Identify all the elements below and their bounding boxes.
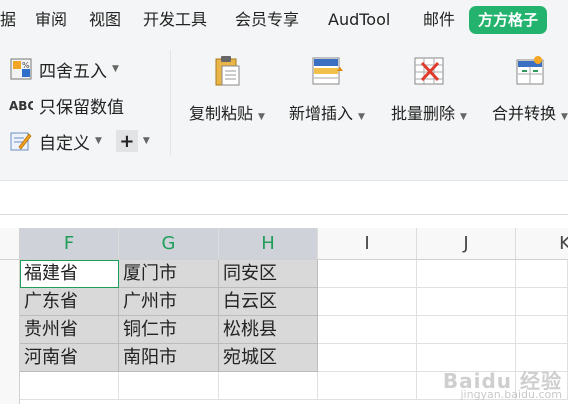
cell-empty[interactable]: [20, 372, 119, 400]
cell-g3[interactable]: 铜仁市: [119, 316, 219, 344]
cell-f4[interactable]: 河南省: [20, 344, 119, 372]
custom-label: 自定义: [39, 133, 90, 154]
cell-empty[interactable]: [417, 288, 516, 316]
chevron-down-icon[interactable]: ▼: [460, 112, 467, 122]
watermark-url: jingyan.baidu.com: [460, 388, 562, 401]
ribbon-bottom-strip: [0, 162, 568, 181]
chevron-down-icon[interactable]: ▼: [258, 112, 265, 122]
clipboard-icon: [215, 56, 240, 86]
merge-icon: [516, 56, 544, 85]
cell-h1[interactable]: 同安区: [219, 260, 318, 288]
round-label: 四舍五入: [39, 61, 107, 82]
watermark-brand: Baidu 经验: [442, 369, 562, 393]
copy-paste-label: 复制粘贴: [189, 104, 254, 123]
watermark: Baidu 经验 jingyan.baidu.com: [442, 369, 562, 402]
cell-empty[interactable]: [516, 344, 568, 372]
cell-f2[interactable]: 广东省: [20, 288, 119, 316]
cell-empty[interactable]: [417, 316, 516, 344]
add-insert-label: 新增插入: [289, 104, 354, 123]
cell-empty[interactable]: [318, 372, 417, 400]
svg-text:ABC: ABC: [9, 99, 33, 113]
cell-g4[interactable]: 南阳市: [119, 344, 219, 372]
keep-values-label: 只保留数值: [39, 97, 124, 118]
column-header-j[interactable]: J: [417, 228, 516, 260]
cell-empty[interactable]: [417, 260, 516, 288]
cell-h2[interactable]: 白云区: [219, 288, 318, 316]
add-insert-button[interactable]: 新增插入 ▼: [284, 52, 370, 132]
ribbon: % 四舍五入 ▼ ABC 只保留数值 自定义 ▼ + ▼ 复制粘贴 ▼ 新增插入…: [0, 40, 568, 162]
round-icon: %: [9, 57, 33, 81]
cell-empty[interactable]: [516, 316, 568, 344]
column-header-h[interactable]: H: [219, 228, 318, 260]
plus-icon[interactable]: +: [115, 130, 138, 152]
cell-empty[interactable]: [318, 316, 417, 344]
menu-mail[interactable]: 邮件: [423, 0, 455, 40]
keep-values-button[interactable]: ABC 只保留数值: [9, 92, 124, 118]
cell-f1[interactable]: 福建省: [20, 260, 119, 288]
chevron-down-icon[interactable]: ▼: [95, 136, 102, 146]
cell-h3[interactable]: 松桃县: [219, 316, 318, 344]
custom-button[interactable]: 自定义 ▼ + ▼: [9, 128, 150, 154]
batch-delete-label: 批量删除: [391, 104, 456, 123]
merge-convert-button[interactable]: 合并转换 ▼: [487, 52, 568, 132]
merge-convert-label: 合并转换: [492, 104, 557, 123]
column-header-i[interactable]: I: [318, 228, 417, 260]
cell-f3[interactable]: 贵州省: [20, 316, 119, 344]
select-all-corner[interactable]: [0, 228, 20, 260]
cell-empty[interactable]: [318, 260, 417, 288]
cell-empty[interactable]: [516, 260, 568, 288]
column-header-f[interactable]: F: [20, 228, 119, 260]
chevron-down-icon[interactable]: ▼: [143, 136, 150, 146]
edit-icon: [9, 129, 33, 153]
copy-paste-button[interactable]: 复制粘贴 ▼: [184, 52, 270, 132]
abc-icon: ABC: [9, 93, 33, 117]
column-header-g[interactable]: G: [119, 228, 219, 260]
cell-empty[interactable]: [318, 344, 417, 372]
menu-bar: 据 审阅 视图 开发工具 会员专享 AudTool 邮件 方方格子: [0, 0, 568, 40]
cell-empty[interactable]: [318, 288, 417, 316]
chevron-down-icon[interactable]: ▼: [112, 64, 119, 74]
menu-audtool[interactable]: AudTool: [328, 0, 390, 40]
cell-g1[interactable]: 厦门市: [119, 260, 219, 288]
delete-cells-icon: [414, 57, 444, 85]
column-header-k[interactable]: K: [516, 228, 568, 260]
formula-bar[interactable]: [0, 181, 568, 215]
cell-h4[interactable]: 宛城区: [219, 344, 318, 372]
menu-member[interactable]: 会员专享: [235, 0, 299, 40]
menu-review[interactable]: 审阅: [35, 0, 67, 40]
tab-fangfang[interactable]: 方方格子: [469, 6, 548, 34]
cell-empty[interactable]: [119, 372, 219, 400]
menu-data[interactable]: 据: [0, 0, 16, 40]
round-button[interactable]: % 四舍五入 ▼: [9, 56, 119, 82]
ribbon-divider: [170, 50, 171, 156]
chevron-down-icon[interactable]: ▼: [561, 112, 568, 122]
menu-view[interactable]: 视图: [89, 0, 121, 40]
cell-empty[interactable]: [516, 288, 568, 316]
menu-developer[interactable]: 开发工具: [143, 0, 207, 40]
spreadsheet-grid: F G H I J K 福建省 厦门市 同安区 广东省 广州市 白云区 贵州省 …: [0, 215, 568, 404]
batch-delete-button[interactable]: 批量删除 ▼: [386, 52, 472, 132]
cell-g2[interactable]: 广州市: [119, 288, 219, 316]
svg-text:%: %: [22, 61, 30, 70]
row-headers[interactable]: [0, 260, 20, 404]
insert-row-icon: [312, 57, 343, 85]
chevron-down-icon[interactable]: ▼: [358, 112, 365, 122]
cell-empty[interactable]: [219, 372, 318, 400]
cell-empty[interactable]: [417, 344, 516, 372]
